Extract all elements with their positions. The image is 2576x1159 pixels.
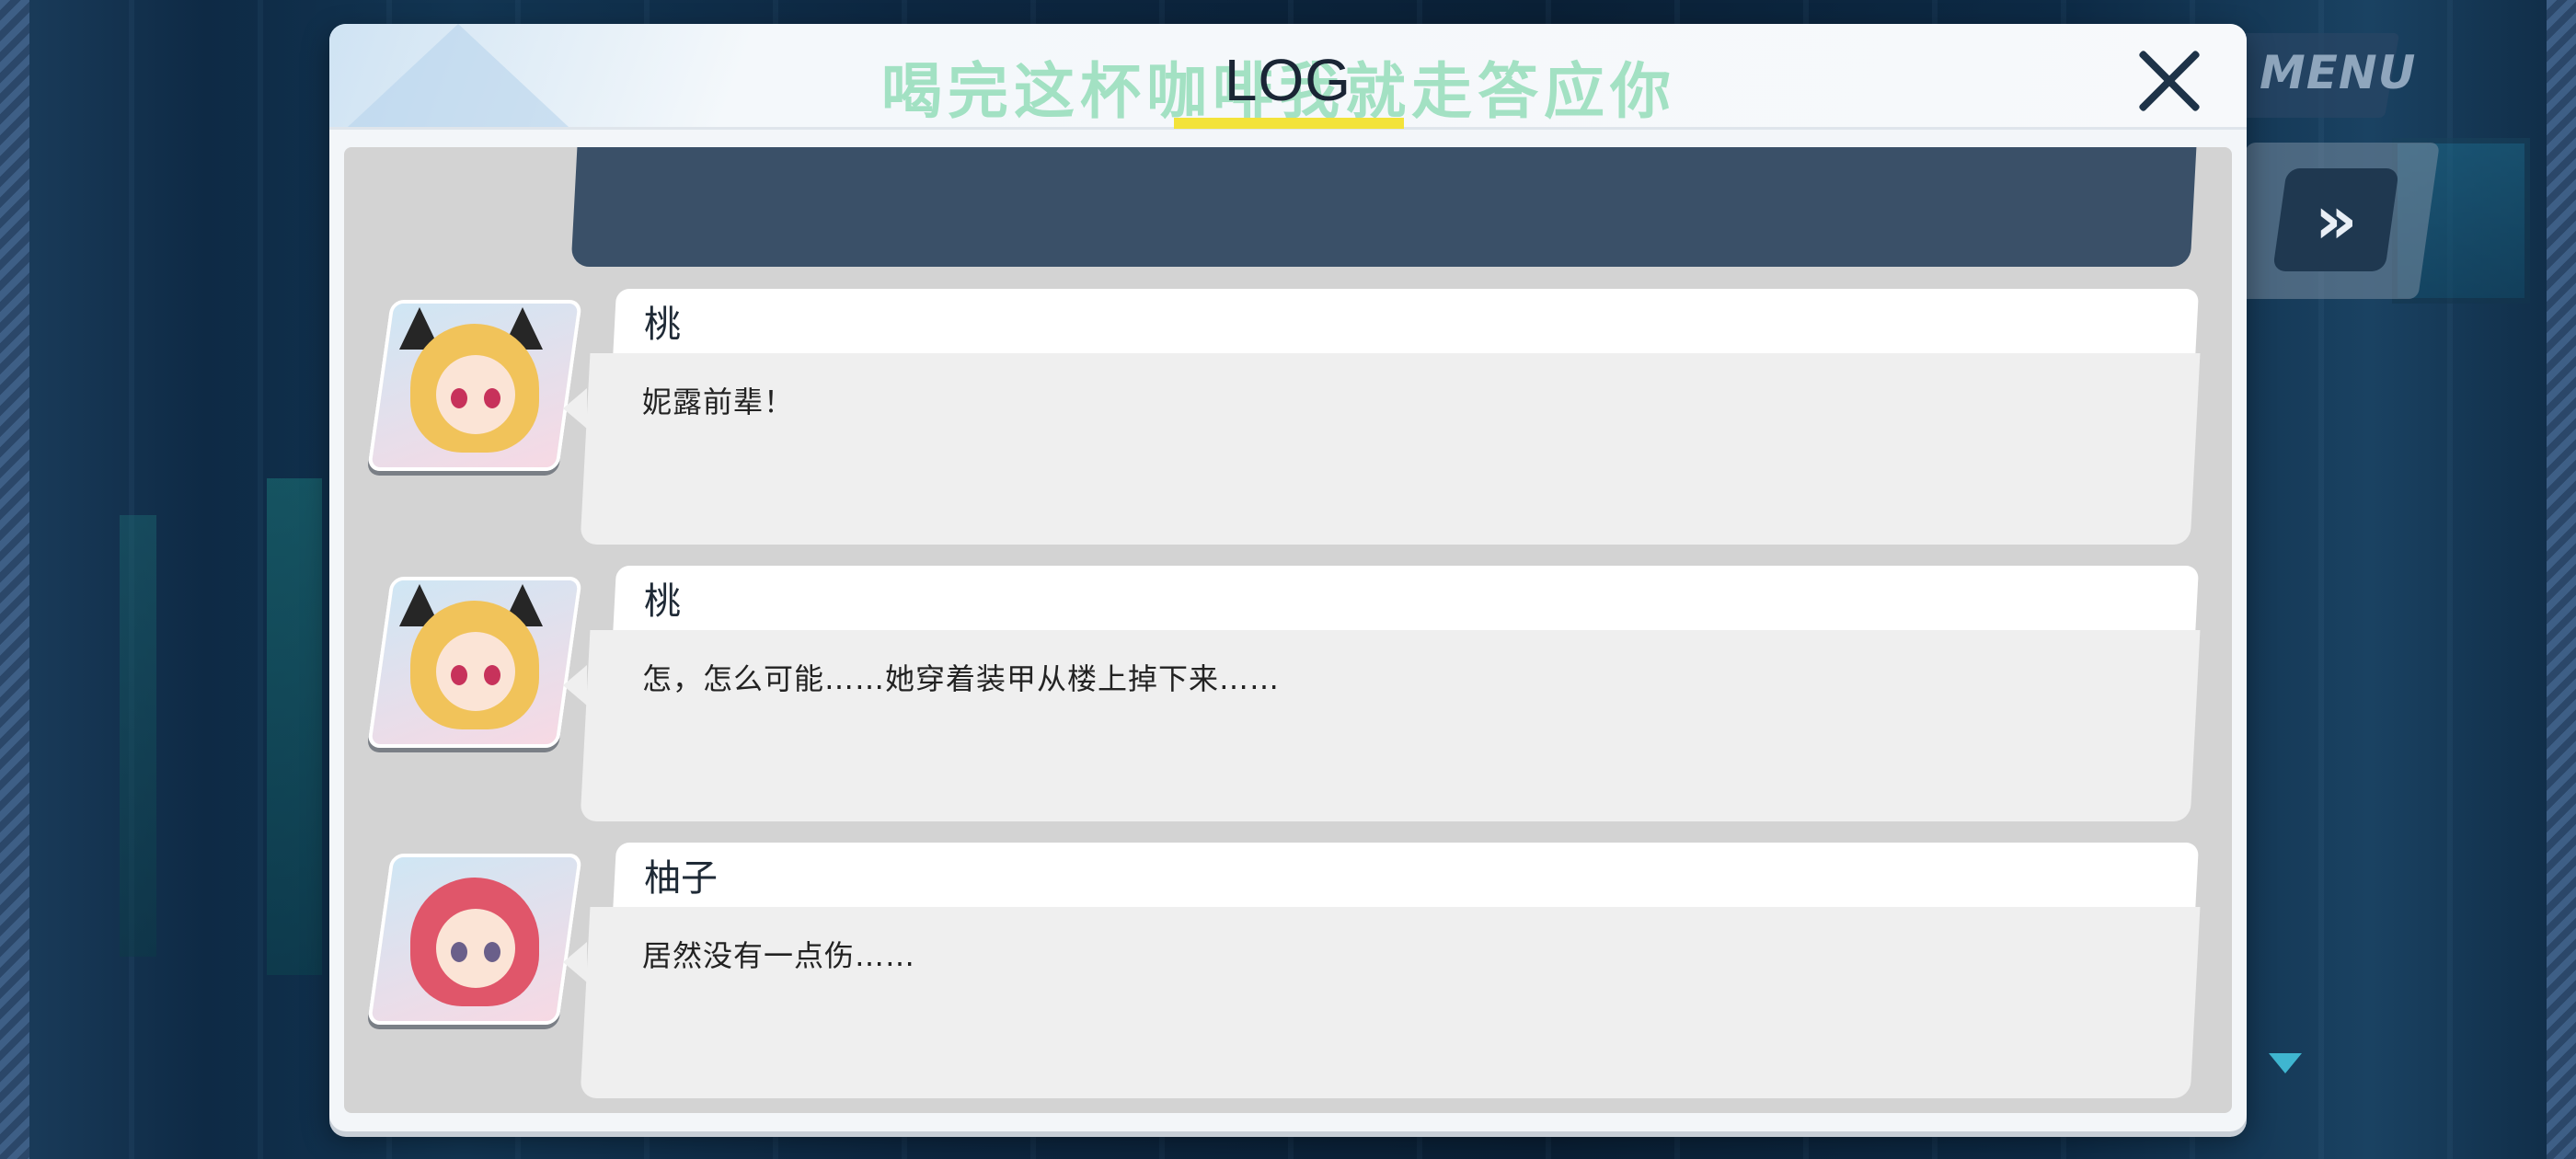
fast-forward-icon: »: [2314, 181, 2358, 258]
log-title: LOG: [1224, 47, 1352, 113]
log-entry: 柚子 居然没有一点伤……: [344, 843, 2232, 1109]
name-card: [612, 843, 2200, 914]
speaker-name: 柚子: [644, 857, 718, 900]
dialogue-text: 妮露前辈！: [642, 384, 795, 419]
log-entry: 桃 妮露前辈！: [344, 289, 2232, 556]
avatar-momoi: [366, 300, 583, 471]
speech-tail: [563, 388, 587, 429]
speaker-name: 桃: [644, 304, 681, 346]
close-icon[interactable]: [2133, 44, 2206, 118]
log-header: 喝完这杯咖啡我就走答应你 LOG: [329, 24, 2247, 130]
background-light: [267, 478, 322, 975]
log-entry: 桃 怎，怎么可能……她穿着装甲从楼上掉下来……: [344, 566, 2232, 832]
speech-tail: [563, 665, 587, 706]
log-list[interactable]: 桃 妮露前辈！ 桃 怎，怎么可能……她穿着装甲从楼上掉下来…… 柚子 居然没有一…: [344, 147, 2232, 1113]
avatar-momoi: [366, 577, 583, 748]
name-card: [612, 566, 2200, 637]
previous-entry-bar: [570, 147, 2197, 267]
letterbox-left: [0, 0, 29, 1159]
title-underline: [1174, 118, 1404, 129]
background-light: [120, 515, 156, 957]
speaker-name: 桃: [644, 580, 681, 623]
speech-tail: [563, 942, 587, 982]
dialogue-text: 居然没有一点伤……: [642, 938, 916, 973]
letterbox-right: [2547, 0, 2576, 1159]
menu-label[interactable]: MENU: [2260, 46, 2416, 99]
dialogue-text: 怎，怎么可能……她穿着装甲从楼上掉下来……: [642, 661, 1281, 696]
avatar-yuzu: [366, 854, 583, 1025]
dialogue-card: [580, 353, 2201, 545]
name-card: [612, 289, 2200, 361]
next-indicator-icon: [2269, 1053, 2302, 1073]
fast-forward-button[interactable]: »: [2272, 168, 2399, 271]
log-panel: 喝完这杯咖啡我就走答应你 LOG 桃 妮露前辈！ 桃 怎，怎么可能……她穿着装甲…: [329, 24, 2247, 1131]
